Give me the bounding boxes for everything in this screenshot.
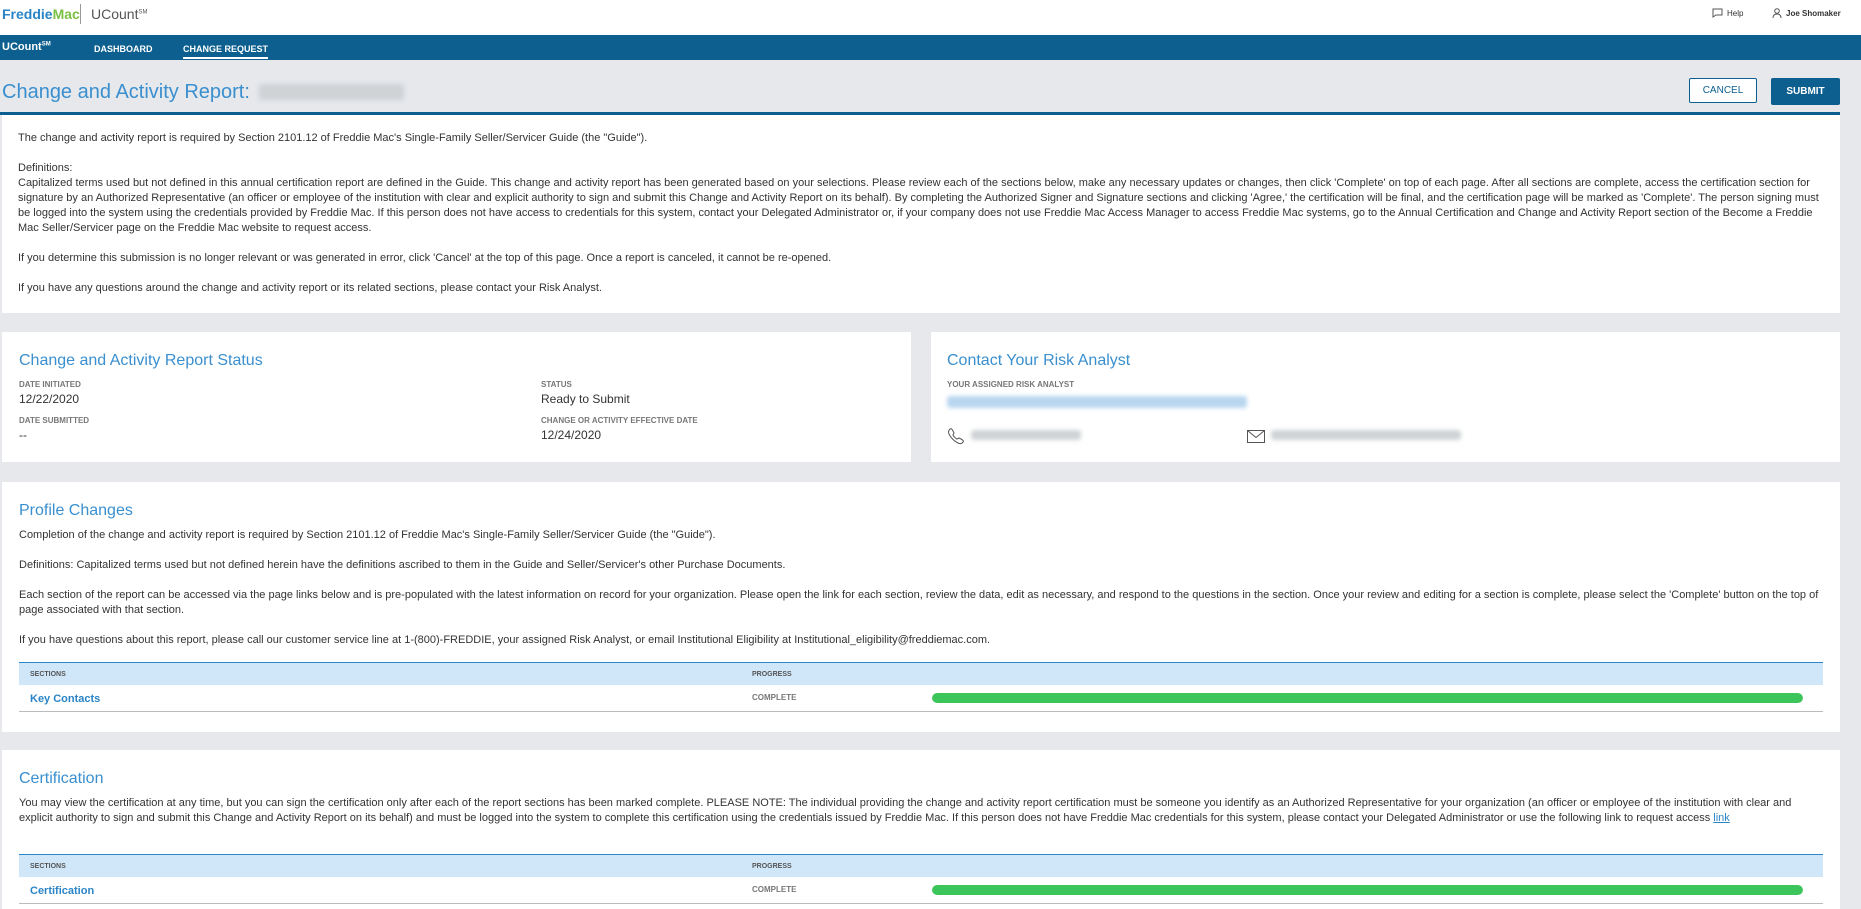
logo-divider: [80, 4, 81, 24]
certification-sections-table: SECTIONS PROGRESS Certification COMPLETE: [19, 854, 1823, 904]
progress-header: PROGRESS: [752, 863, 792, 870]
user-icon: [1772, 8, 1782, 18]
certification-text: You may view the certification at any ti…: [19, 796, 1819, 826]
profile-text: Completion of the change and activity re…: [19, 528, 1819, 648]
analyst-title: Contact Your Risk Analyst: [947, 352, 1131, 369]
table-row: Certification COMPLETE: [19, 877, 1823, 904]
profile-changes-panel: Profile Changes Completion of the change…: [2, 482, 1840, 732]
intro-paragraph-4: If you have any questions around the cha…: [18, 282, 602, 294]
nav-item-change-request[interactable]: CHANGE REQUEST: [183, 44, 269, 59]
progress-bar: [932, 885, 1803, 895]
nav-brand-sup: SM: [41, 41, 51, 48]
risk-analyst-panel: Contact Your Risk Analyst YOUR ASSIGNED …: [931, 332, 1840, 462]
freddie-mac-logo[interactable]: FreddieMac: [2, 6, 80, 22]
effective-date-value: 12/24/2020: [541, 428, 602, 442]
app-name-sup: SM: [138, 9, 148, 16]
section-link-key-contacts[interactable]: Key Contacts: [30, 693, 100, 705]
date-submitted-label: DATE SUBMITTED: [19, 416, 90, 425]
section-status: COMPLETE: [752, 885, 797, 894]
app-name: UCountSM: [91, 6, 147, 22]
user-menu[interactable]: Joe Shomaker: [1772, 8, 1841, 18]
intro-panel: The change and activity report is requir…: [2, 115, 1840, 313]
nav-brand[interactable]: UCountSM: [2, 41, 51, 53]
status-title: Change and Activity Report Status: [19, 352, 263, 369]
table-row: Key Contacts COMPLETE: [19, 685, 1823, 712]
sections-header: SECTIONS: [30, 671, 66, 678]
nav-item-dashboard[interactable]: DASHBOARD: [94, 44, 153, 57]
sections-header: SECTIONS: [30, 863, 66, 870]
status-label: STATUS: [541, 380, 572, 389]
redacted-analyst-name: [947, 396, 1247, 408]
report-status-panel: Change and Activity Report Status DATE I…: [2, 332, 911, 462]
intro-definitions: Definitions: Capitalized terms used but …: [18, 161, 1824, 236]
certification-title: Certification: [19, 770, 104, 787]
redacted-analyst-phone: [971, 430, 1081, 440]
page-title-text: Change and Activity Report:: [2, 81, 250, 103]
submit-button[interactable]: SUBMIT: [1771, 78, 1840, 105]
cancel-button[interactable]: CANCEL: [1689, 78, 1757, 103]
date-submitted-value: --: [19, 428, 27, 442]
progress-bar: [932, 693, 1803, 703]
profile-paragraph-3: Each section of the report can be access…: [19, 589, 1819, 616]
email-icon: [1247, 430, 1265, 443]
logo-text-freddie: Freddie: [2, 6, 53, 22]
redacted-company-name: [259, 84, 405, 100]
profile-paragraph-1: Completion of the change and activity re…: [19, 529, 716, 541]
section-status: COMPLETE: [752, 693, 797, 702]
top-bar: FreddieMac UCountSM Help Joe Shomaker: [0, 0, 1861, 35]
profile-title: Profile Changes: [19, 502, 133, 519]
user-name: Joe Shomaker: [1786, 8, 1841, 18]
nav-brand-text: UCount: [2, 41, 42, 53]
redacted-analyst-email[interactable]: [1271, 430, 1461, 440]
help-link[interactable]: Help: [1712, 8, 1743, 18]
progress-header: PROGRESS: [752, 671, 792, 678]
profile-paragraph-4: If you have questions about this report,…: [19, 634, 991, 646]
profile-table-header: SECTIONS PROGRESS: [19, 662, 1823, 685]
logo-text-mac: Mac: [52, 6, 80, 22]
date-initiated-label: DATE INITIATED: [19, 380, 81, 389]
profile-paragraph-2: Definitions: Capitalized terms used but …: [19, 559, 786, 571]
section-link-certification[interactable]: Certification: [30, 885, 94, 897]
assigned-analyst-label: YOUR ASSIGNED RISK ANALYST: [947, 380, 1075, 389]
help-label: Help: [1727, 8, 1744, 18]
progress-fill: [932, 693, 1803, 703]
page-title: Change and Activity Report:: [2, 81, 405, 104]
progress-fill: [932, 885, 1803, 895]
certification-panel: Certification You may view the certifica…: [2, 750, 1840, 909]
request-access-link[interactable]: link: [1713, 812, 1730, 824]
app-name-text: UCount: [91, 6, 139, 22]
help-icon: [1712, 8, 1723, 18]
intro-definitions-title: Definitions:: [18, 162, 73, 174]
page-header: Change and Activity Report:: [0, 60, 1840, 113]
phone-icon: [948, 428, 964, 445]
intro-definitions-body: Capitalized terms used but not defined i…: [18, 177, 1819, 234]
intro-paragraph-1: The change and activity report is requir…: [18, 132, 648, 144]
main-nav: UCountSM DASHBOARD CHANGE REQUEST: [0, 35, 1861, 60]
effective-date-label: CHANGE OR ACTIVITY EFFECTIVE DATE: [541, 416, 698, 425]
status-value: Ready to Submit: [541, 392, 630, 406]
profile-sections-table: SECTIONS PROGRESS Key Contacts COMPLETE: [19, 662, 1823, 712]
intro-paragraph-3: If you determine this submission is no l…: [18, 252, 832, 264]
date-initiated-value: 12/22/2020: [19, 392, 80, 406]
certification-body: You may view the certification at any ti…: [19, 797, 1792, 824]
certification-table-header: SECTIONS PROGRESS: [19, 854, 1823, 877]
